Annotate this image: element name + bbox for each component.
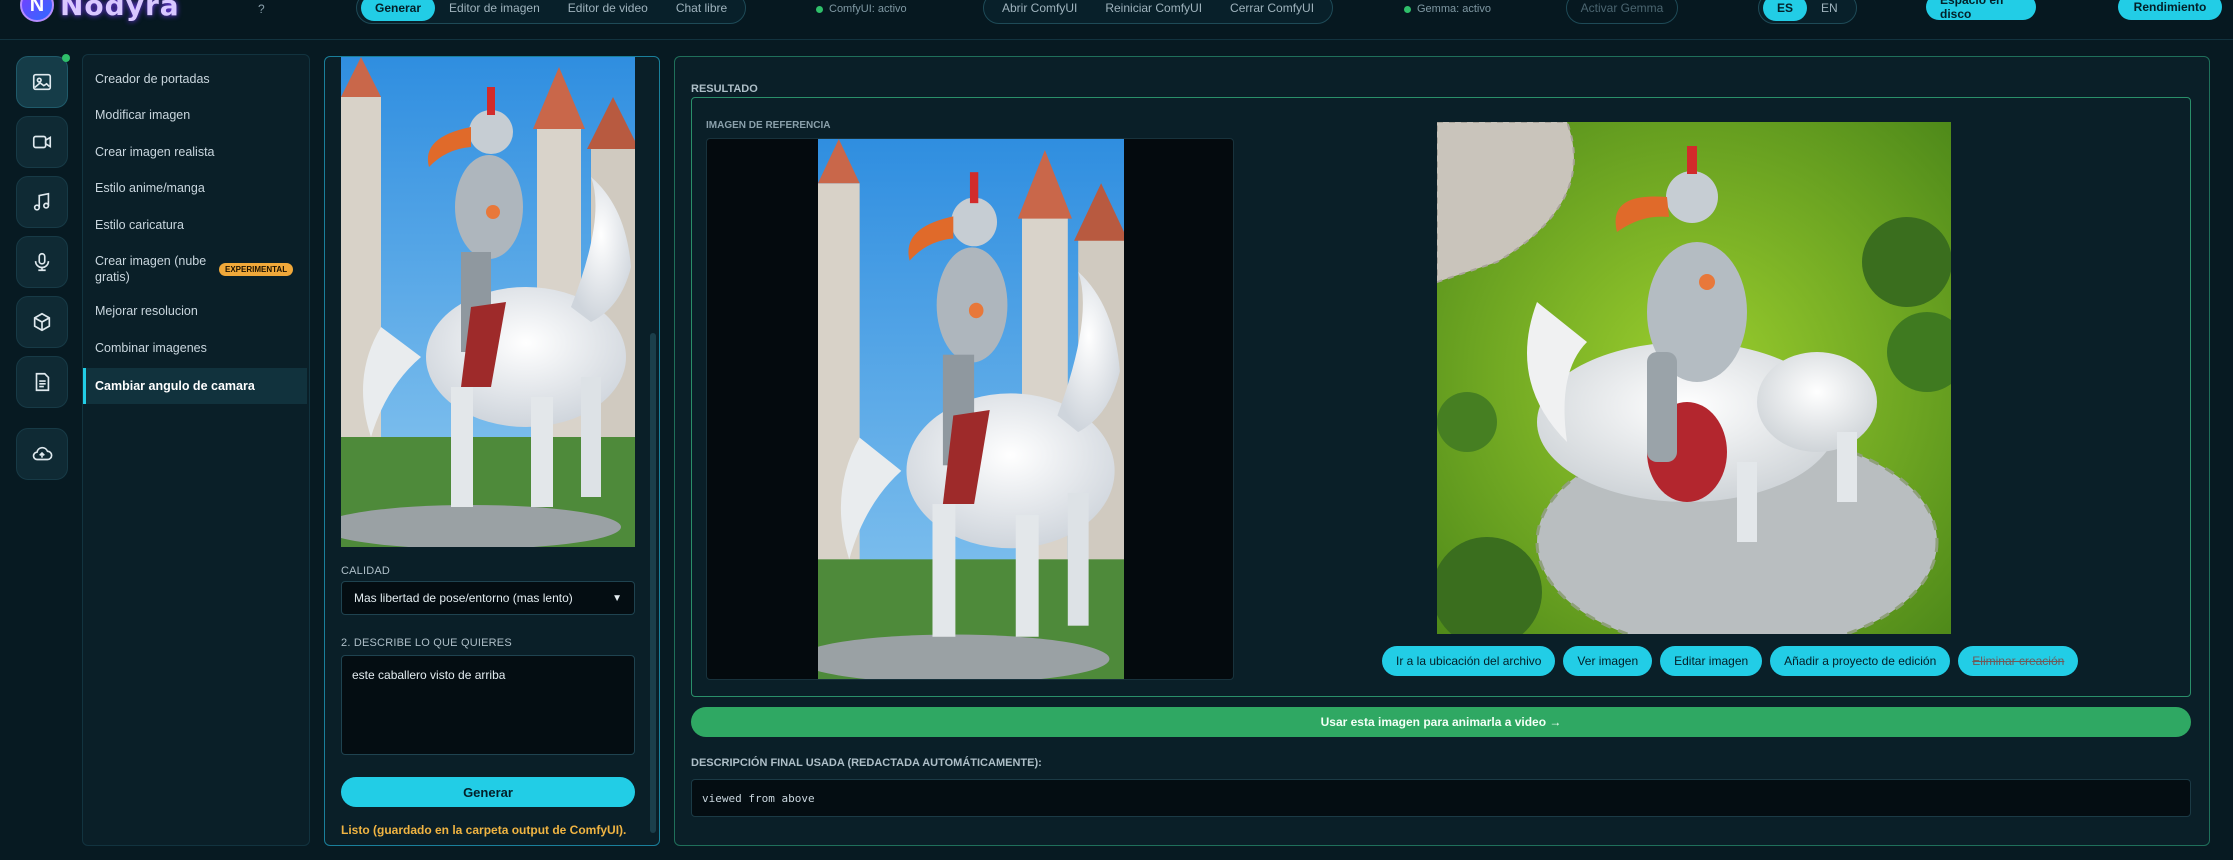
image-icon: [32, 73, 52, 91]
tool-menu: Creador de portadas Modificar imagen Cre…: [82, 54, 310, 846]
notification-dot: [62, 54, 70, 62]
quality-select[interactable]: Mas libertad de pose/entorno (mas lento)…: [341, 581, 635, 615]
comfyui-status: ComfyUI: activo: [816, 3, 907, 15]
tab-chat-libre[interactable]: Chat libre: [662, 0, 741, 21]
rail-3d-button[interactable]: [16, 296, 68, 348]
status-message: Listo (guardado en la carpeta output de …: [341, 823, 627, 837]
cube-icon: [33, 312, 51, 332]
gemma-status: Gemma: activo: [1404, 3, 1491, 15]
generate-button[interactable]: Generar: [341, 777, 635, 807]
edit-image-button[interactable]: Editar imagen: [1660, 646, 1763, 676]
rail-image-button[interactable]: [16, 54, 70, 108]
menu-item-label: Combinar imagenes: [95, 341, 207, 355]
input-panel: CALIDAD Mas libertad de pose/entorno (ma…: [324, 56, 660, 846]
comfyui-actions: Abrir ComfyUI Reiniciar ComfyUI Cerrar C…: [983, 0, 1334, 24]
knight-image-illustration: [341, 57, 635, 547]
top-bar: N Nodyra ? Generar Editor de imagen Edit…: [0, 0, 2233, 40]
menu-item-caricatura[interactable]: Estilo caricatura: [83, 209, 307, 241]
rail-video-button[interactable]: [16, 116, 68, 168]
menu-item-label: Modificar imagen: [95, 108, 191, 122]
chevron-down-icon: ▼: [612, 592, 622, 604]
app-logo[interactable]: N Nodyra: [20, 0, 180, 22]
rail-cloud-button[interactable]: [16, 428, 68, 480]
microphone-icon: [34, 252, 50, 272]
view-image-button[interactable]: Ver imagen: [1563, 646, 1653, 676]
menu-item-label: Mejorar resolucion: [95, 304, 198, 318]
comfyui-status-text: ComfyUI: activo: [829, 3, 907, 15]
menu-item-mejorar-resolucion[interactable]: Mejorar resolucion: [83, 295, 307, 327]
reference-label: IMAGEN DE REFERENCIA: [706, 120, 831, 131]
close-comfyui-button[interactable]: Cerrar ComfyUI: [1216, 0, 1328, 21]
main-tabs: Generar Editor de imagen Editor de video…: [356, 0, 747, 24]
final-description-box[interactable]: viewed from above: [691, 779, 2191, 817]
final-description-value: viewed from above: [702, 791, 815, 805]
menu-item-cambiar-angulo[interactable]: Cambiar angulo de camara: [83, 368, 307, 404]
rail-document-button[interactable]: [16, 356, 68, 408]
add-to-project-button[interactable]: Añadir a proyecto de edición: [1770, 646, 1951, 676]
document-icon: [35, 372, 50, 392]
status-dot-icon: [1404, 5, 1411, 13]
tab-editor-video[interactable]: Editor de video: [554, 0, 662, 21]
lang-en-button[interactable]: EN: [1807, 0, 1852, 21]
delete-creation-button[interactable]: Eliminar creación: [1958, 646, 2079, 676]
reference-image-frame: [706, 138, 1234, 680]
knight-reference-illustration: [818, 139, 1124, 679]
animate-to-video-button[interactable]: Usar esta imagen para animarla a video →: [691, 707, 2191, 737]
panel-scrollbar[interactable]: [650, 333, 656, 833]
music-icon: [33, 192, 50, 211]
menu-item-label: Estilo anime/manga: [95, 181, 205, 195]
rail-music-button[interactable]: [16, 176, 68, 228]
status-dot-icon: [816, 5, 823, 13]
tab-generar[interactable]: Generar: [361, 0, 436, 21]
disk-space-button[interactable]: Espacio en disco: [1926, 0, 2036, 21]
experimental-badge: EXPERIMENTAL: [219, 262, 294, 276]
lang-es-button[interactable]: ES: [1763, 0, 1808, 21]
performance-button[interactable]: Rendimiento: [2118, 0, 2222, 20]
cloud-upload-icon: [32, 446, 53, 461]
gemma-status-text: Gemma: activo: [1417, 3, 1491, 15]
menu-item-nube-gratis[interactable]: Crear imagen (nube gratis) EXPERIMENTAL: [83, 247, 307, 291]
menu-item-anime-manga[interactable]: Estilo anime/manga: [83, 172, 307, 204]
quality-select-value: Mas libertad de pose/entorno (mas lento): [354, 591, 573, 605]
result-panel: RESULTADO IMAGEN DE REFERENCIA Ir a la u…: [674, 56, 2210, 846]
quality-label: CALIDAD: [341, 565, 391, 577]
menu-item-label: Estilo caricatura: [95, 218, 184, 232]
video-icon: [32, 135, 52, 149]
menu-item-label: Crear imagen (nube gratis): [95, 254, 207, 284]
open-file-location-button[interactable]: Ir a la ubicación del archivo: [1382, 646, 1556, 676]
language-switch: ES EN: [1758, 0, 1857, 24]
menu-item-label: Cambiar angulo de camara: [95, 379, 255, 393]
reference-image[interactable]: [818, 139, 1124, 679]
open-comfyui-button[interactable]: Abrir ComfyUI: [988, 0, 1091, 21]
logo-mark-icon: N: [20, 0, 54, 22]
result-actions: Ir a la ubicación del archivo Ver imagen…: [1382, 646, 2079, 676]
tab-editor-imagen[interactable]: Editor de imagen: [435, 0, 554, 21]
activate-gemma-button[interactable]: Activar Gemma: [1566, 0, 1678, 24]
help-button[interactable]: ?: [258, 2, 265, 16]
menu-item-modificar-imagen[interactable]: Modificar imagen: [83, 99, 307, 131]
result-title: RESULTADO: [691, 83, 758, 95]
restart-comfyui-button[interactable]: Reiniciar ComfyUI: [1091, 0, 1216, 21]
icon-rail: [10, 52, 74, 852]
menu-item-label: Crear imagen realista: [95, 145, 215, 159]
describe-textarea-value: este caballero visto de arriba: [352, 668, 506, 682]
describe-label: 2. DESCRIBE LO QUE QUIERES: [341, 637, 512, 649]
menu-item-combinar-imagenes[interactable]: Combinar imagenes: [83, 332, 307, 364]
logo-text: Nodyra: [60, 0, 180, 22]
knight-top-view-illustration: [1437, 122, 1951, 634]
uploaded-image[interactable]: [341, 57, 635, 547]
result-card: IMAGEN DE REFERENCIA Ir a la ubicación d…: [691, 97, 2191, 697]
menu-item-imagen-realista[interactable]: Crear imagen realista: [83, 136, 307, 168]
rail-voice-button[interactable]: [16, 236, 68, 288]
menu-item-creador-portadas[interactable]: Creador de portadas: [83, 63, 307, 95]
menu-item-label: Creador de portadas: [95, 72, 210, 86]
result-image[interactable]: [1437, 122, 1951, 634]
final-description-label: DESCRIPCIÓN FINAL USADA (REDACTADA AUTOM…: [691, 757, 1042, 769]
describe-textarea[interactable]: este caballero visto de arriba: [341, 655, 635, 755]
